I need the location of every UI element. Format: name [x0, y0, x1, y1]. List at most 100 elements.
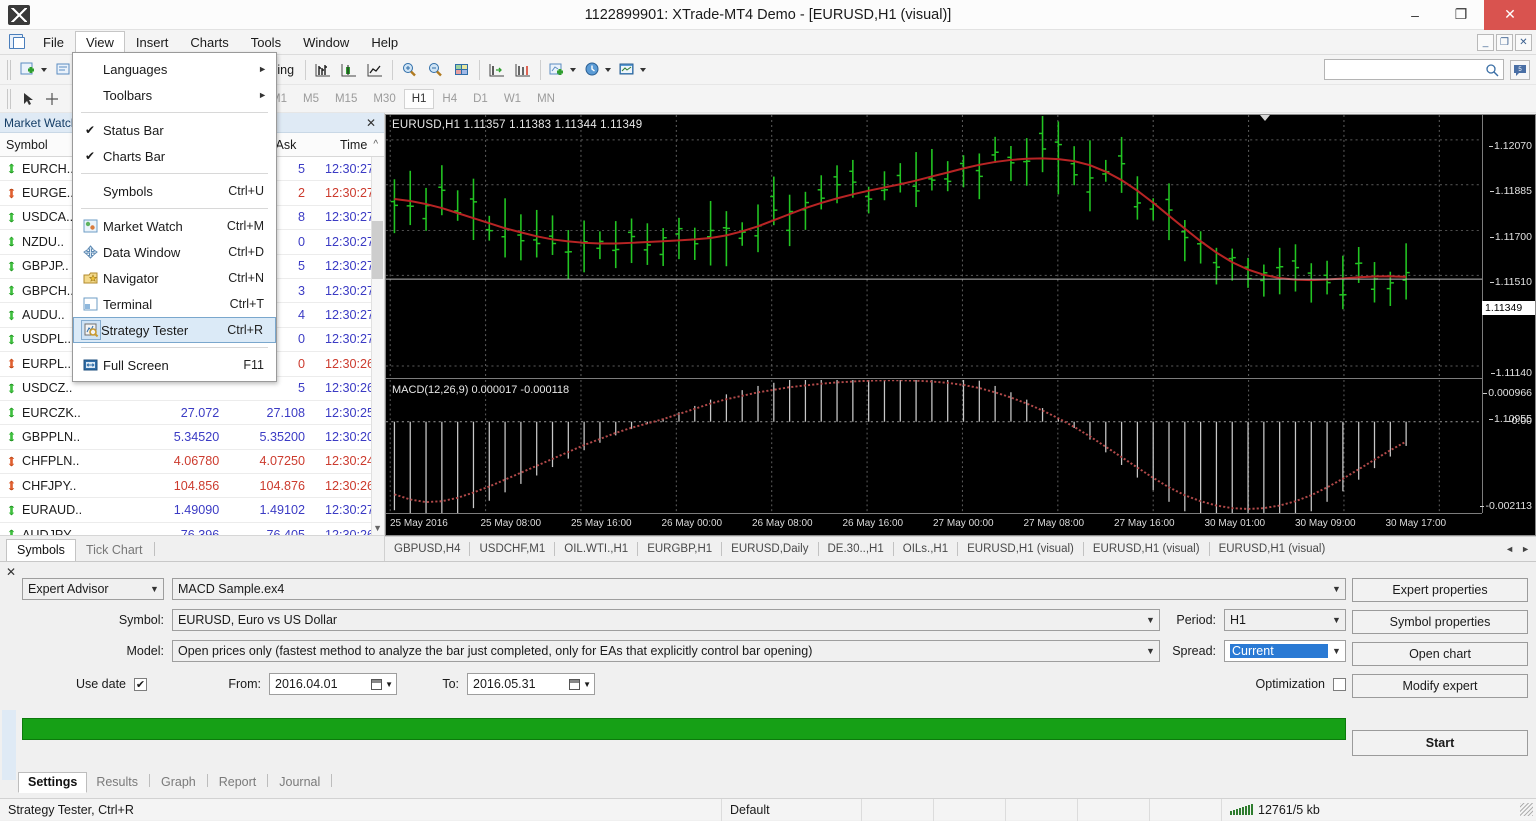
view-menu-item-strategy-tester[interactable]: Strategy TesterCtrl+R [73, 317, 276, 343]
new-chart-button[interactable] [16, 58, 51, 82]
period-select[interactable]: H1 ▼ [1224, 609, 1346, 631]
view-menu-item-full-screen[interactable]: Full ScreenF11 [73, 352, 276, 378]
maximize-button[interactable]: ❐ [1438, 0, 1484, 30]
chevron-down-icon[interactable]: ▼ [583, 680, 594, 689]
chevron-down-icon[interactable]: ▼ [146, 579, 163, 599]
chart-tab[interactable]: GBPUSD,H4 [385, 539, 469, 559]
menu-file[interactable]: File [32, 31, 75, 54]
chevron-down-icon[interactable]: ▼ [1328, 610, 1345, 630]
view-menu-item-terminal[interactable]: TerminalCtrl+T [73, 291, 276, 317]
advisor-type-select[interactable]: Expert Advisor ▼ [22, 578, 164, 600]
scroll-down-icon[interactable]: ▼ [373, 523, 382, 533]
timeframe-m30[interactable]: M30 [365, 89, 403, 109]
calendar-icon[interactable] [368, 674, 385, 694]
start-button[interactable]: Start [1352, 730, 1528, 756]
menu-window[interactable]: Window [292, 31, 360, 54]
chevron-down-icon[interactable]: ▼ [1142, 610, 1159, 630]
open-chart-button[interactable]: Open chart [1352, 642, 1528, 666]
tab-report[interactable]: Report [210, 773, 266, 792]
chart-window[interactable]: EURUSD,H1 1.11357 1.11383 1.11344 1.1134… [385, 114, 1536, 536]
tab-journal[interactable]: Journal [270, 773, 329, 792]
chevron-down-icon[interactable] [570, 68, 576, 72]
zoom-in-button[interactable] [397, 58, 423, 82]
tabs-next-icon[interactable]: ► [1518, 542, 1533, 556]
period-button[interactable] [580, 58, 615, 82]
from-date-field[interactable]: 2016.04.01 ▼ [269, 673, 397, 695]
scrollbar-thumb[interactable] [372, 221, 383, 279]
tab-settings[interactable]: Settings [18, 772, 87, 793]
candlestick-chart-button[interactable] [336, 58, 362, 82]
price-pane[interactable] [386, 115, 1482, 379]
market-watch-close-icon[interactable]: ✕ [362, 116, 380, 130]
tile-windows-button[interactable] [449, 58, 475, 82]
view-menu-item-languages[interactable]: Languages► [73, 56, 276, 82]
tabs-prev-icon[interactable]: ◄ [1502, 542, 1517, 556]
macd-pane[interactable]: MACD(12,26,9) 0.000017 -0.000118 [386, 380, 1482, 513]
mdi-minimize-button[interactable]: _ [1477, 34, 1494, 51]
chart-tab[interactable]: EURUSD,H1 (visual) [1084, 539, 1209, 559]
view-menu-item-navigator[interactable]: NavigatorCtrl+N [73, 265, 276, 291]
chevron-down-icon[interactable]: ▼ [385, 680, 396, 689]
market-watch-scrollbar[interactable]: ▼ [371, 157, 384, 535]
chart-tab[interactable]: EURUSD,H1 (visual) [1210, 539, 1335, 559]
auto-scroll-button[interactable] [510, 58, 536, 82]
calendar-icon[interactable] [566, 674, 583, 694]
chart-tab[interactable]: EURGBP,H1 [638, 539, 721, 559]
timeframe-h1[interactable]: H1 [404, 89, 435, 109]
modify-expert-button[interactable]: Modify expert [1352, 674, 1528, 698]
price-axis[interactable]: 1.120701.118851.117001.115101.111401.109… [1482, 115, 1535, 513]
timeframe-mn[interactable]: MN [529, 89, 563, 109]
mdi-restore-button[interactable]: ❐ [1496, 34, 1513, 51]
add-indicator-button[interactable] [545, 58, 580, 82]
table-row[interactable]: CHFJPY..104.856104.87612:30:26 [0, 474, 384, 498]
to-date-field[interactable]: 2016.05.31 ▼ [467, 673, 595, 695]
search-input[interactable] [1325, 61, 1485, 78]
menu-view[interactable]: View [75, 31, 125, 54]
expert-properties-button[interactable]: Expert properties [1352, 578, 1528, 602]
zoom-out-button[interactable] [423, 58, 449, 82]
use-date-checkbox[interactable]: ✔ [134, 678, 147, 691]
symbol-select[interactable]: EURUSD, Euro vs US Dollar ▼ [172, 609, 1160, 631]
cursor-button[interactable] [16, 87, 40, 111]
view-menu-item-data-window[interactable]: Data WindowCtrl+D [73, 239, 276, 265]
menu-tools[interactable]: Tools [240, 31, 292, 54]
tester-close-icon[interactable]: ✕ [6, 565, 16, 579]
symbol-properties-button[interactable]: Symbol properties [1352, 610, 1528, 634]
tab-symbols[interactable]: Symbols [6, 539, 76, 562]
view-menu-item-toolbars[interactable]: Toolbars► [73, 82, 276, 108]
advisor-name-select[interactable]: MACD Sample.ex4 ▼ [172, 578, 1346, 600]
sort-arrow-icon[interactable]: ^ [373, 139, 384, 150]
bar-chart-button[interactable] [310, 58, 336, 82]
toolbar-grip[interactable] [7, 60, 13, 80]
table-row[interactable]: GBPPLN..5.345205.3520012:30:20 [0, 425, 384, 449]
menu-charts[interactable]: Charts [179, 31, 239, 54]
table-row[interactable]: EURAUD..1.490901.4910212:30:27 [0, 498, 384, 522]
chevron-down-icon[interactable] [41, 68, 47, 72]
minimize-button[interactable]: – [1392, 0, 1438, 30]
table-row[interactable]: CHFPLN..4.067804.0725012:30:24 [0, 450, 384, 474]
tab-results[interactable]: Results [87, 773, 147, 792]
table-row[interactable]: EURCZK..27.07227.10812:30:25 [0, 401, 384, 425]
timeframe-m5[interactable]: M5 [295, 89, 327, 109]
timeframe-d1[interactable]: D1 [465, 89, 496, 109]
shift-end-button[interactable] [484, 58, 510, 82]
chevron-down-icon[interactable] [640, 68, 646, 72]
tab-graph[interactable]: Graph [152, 773, 205, 792]
chat-button[interactable]: 5 [1510, 60, 1530, 80]
chart-tab[interactable]: EURUSD,H1 (visual) [958, 539, 1083, 559]
view-menu-item-charts-bar[interactable]: ✔Charts Bar [73, 143, 276, 169]
chevron-down-icon[interactable]: ▼ [1328, 641, 1345, 661]
resize-grip-icon[interactable] [1520, 803, 1533, 816]
line-chart-button[interactable] [362, 58, 388, 82]
templates-button[interactable] [615, 58, 650, 82]
menu-help[interactable]: Help [360, 31, 409, 54]
timeframe-w1[interactable]: W1 [496, 89, 529, 109]
tester-side-tab[interactable]: Tester [2, 710, 16, 780]
table-row[interactable]: AUDJPY..76.39676.40512:30:26 [0, 523, 384, 535]
tab-tick-chart[interactable]: Tick Chart [76, 540, 153, 561]
model-select[interactable]: Open prices only (fastest method to anal… [172, 640, 1160, 662]
chevron-down-icon[interactable]: ▼ [1328, 579, 1345, 599]
search-box[interactable] [1324, 59, 1504, 80]
menu-insert[interactable]: Insert [125, 31, 180, 54]
crosshair-button[interactable] [40, 87, 64, 111]
